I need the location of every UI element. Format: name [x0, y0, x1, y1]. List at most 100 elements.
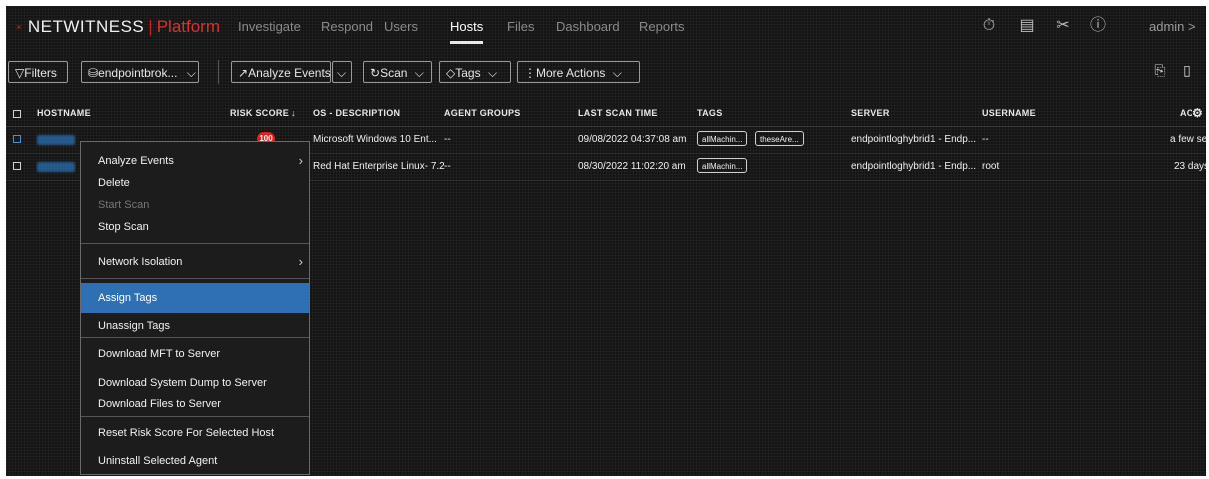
scan-label: Scan [380, 66, 408, 80]
menu-item-label: Network Isolation [98, 256, 183, 268]
menu-item-assign-tags[interactable]: Assign Tags [81, 283, 309, 313]
menu-item-reset-risk-score[interactable]: Reset Risk Score For Selected Host [81, 420, 309, 446]
more-actions-button[interactable]: ⋮More Actions ⌵ [517, 61, 640, 83]
filter-icon: ▽ [15, 66, 25, 80]
nav-investigate[interactable]: Investigate [238, 19, 301, 34]
server: endpointloghybrid1 - Endp... [851, 161, 977, 172]
timer-icon[interactable]: ⏱ [980, 17, 998, 35]
chevron-down-icon: ⌵ [337, 66, 347, 80]
brand-platform: Platform [156, 17, 220, 36]
analyze-events-button[interactable]: ↗Analyze Events [231, 61, 331, 83]
ac-value: a few se [1170, 134, 1206, 145]
tags-button[interactable]: ◇Tags ⌵ [439, 61, 511, 83]
filters-label: Filters [24, 66, 57, 80]
analyze-events-dropdown[interactable]: ⌵ [332, 61, 352, 83]
menu-item-label: Assign Tags [98, 292, 158, 304]
menu-item-label: Stop Scan [98, 221, 149, 233]
menu-item-label: Uninstall Selected Agent [98, 455, 218, 467]
menu-item-download-mft[interactable]: Download MFT to Server [81, 341, 309, 367]
nav-files[interactable]: Files [507, 19, 534, 34]
details-panel-icon[interactable]: ▯ [1178, 62, 1196, 82]
netwitness-logo[interactable]: NETWITNESS | Platform [10, 11, 220, 43]
column-username[interactable]: USERNAME [982, 108, 1036, 118]
tag-chip[interactable]: allMachin... [697, 158, 748, 173]
server: endpointloghybrid1 - Endp... [851, 134, 977, 145]
menu-item-download-files[interactable]: Download Files to Server [81, 391, 309, 417]
database-icon: ⛁ [88, 66, 99, 80]
username: -- [982, 134, 989, 145]
column-agent-groups[interactable]: AGENT GROUPS [444, 108, 521, 118]
filters-button[interactable]: ▽Filters [8, 61, 68, 83]
app-window: NETWITNESS | Platform Investigate Respon… [6, 6, 1206, 476]
os-description: Red Hat Enterprise Linux- 7.2 [313, 161, 445, 172]
external-link-icon: ↗ [238, 66, 249, 80]
menu-divider [81, 416, 309, 417]
sort-arrow-icon[interactable]: ↓ [291, 108, 296, 118]
tools-icon[interactable]: ✂ [1054, 17, 1072, 35]
help-icon[interactable]: ⓘ [1089, 17, 1107, 35]
username: root [982, 161, 1000, 172]
column-tags[interactable]: TAGS [697, 108, 723, 118]
chevron-down-icon: ⌵ [612, 66, 622, 80]
menu-item-unassign-tags[interactable]: Unassign Tags [81, 313, 309, 339]
context-menu: Analyze Events › Delete Start Scan Stop … [80, 141, 310, 475]
last-scan-time: 09/08/2022 04:37:08 am [578, 134, 687, 145]
netwitness-logo-icon [16, 24, 22, 30]
menu-item-label: Unassign Tags [98, 320, 170, 332]
column-settings-icon[interactable]: ⚙ [1192, 106, 1204, 120]
agent-groups: -- [444, 161, 451, 172]
scan-button[interactable]: ↻Scan ⌵ [363, 61, 432, 83]
row-checkbox[interactable] [13, 162, 21, 170]
menu-item-network-isolation[interactable]: Network Isolation › [81, 249, 309, 275]
hostname-redacted[interactable] [37, 162, 75, 172]
download-history-icon[interactable]: ⎘ [1151, 62, 1169, 82]
agent-groups: -- [444, 134, 451, 145]
chevron-down-icon: ⌵ [186, 66, 196, 80]
chevron-down-icon: ⌵ [487, 66, 498, 80]
menu-divider [81, 278, 309, 279]
menu-item-label: Start Scan [98, 199, 150, 211]
menu-item-label: Analyze Events [98, 155, 174, 167]
column-risk-score[interactable]: RISK SCORE [230, 108, 289, 118]
refresh-icon: ↻ [370, 66, 381, 80]
menu-item-label: Download System Dump to Server [98, 377, 267, 389]
menu-item-label: Delete [98, 177, 130, 189]
brand-name: NETWITNESS [27, 17, 145, 36]
nav-respond[interactable]: Respond [321, 19, 373, 34]
column-os-description[interactable]: OS - DESCRIPTION [313, 108, 400, 118]
select-all-checkbox[interactable] [13, 110, 21, 118]
service-selector[interactable]: ⛁endpointbrok... ⌵ [81, 61, 199, 83]
table-header: HOSTNAME RISK SCORE ↓ OS - DESCRIPTION A… [6, 102, 1206, 127]
menu-item-label: Reset Risk Score For Selected Host [98, 427, 275, 439]
column-last-scan-time[interactable]: LAST SCAN TIME [578, 108, 658, 118]
tags-label: Tags [455, 66, 481, 80]
tag-chip[interactable]: theseAre... [755, 131, 804, 146]
user-menu[interactable]: admin > [1149, 19, 1196, 34]
analyze-events-label: Analyze Events [248, 66, 331, 80]
tag-icon: ◇ [446, 66, 456, 80]
more-actions-label: More Actions [536, 66, 606, 80]
chevron-right-icon: › [298, 254, 303, 269]
last-scan-time: 08/30/2022 11:02:20 am [578, 161, 686, 172]
column-server[interactable]: SERVER [851, 108, 890, 118]
menu-item-uninstall-agent[interactable]: Uninstall Selected Agent [81, 448, 309, 474]
column-hostname[interactable]: HOSTNAME [37, 108, 91, 118]
menu-divider [81, 243, 309, 244]
menu-item-stop-scan[interactable]: Stop Scan [81, 214, 309, 240]
service-label: endpointbrok... [98, 66, 178, 80]
row-checkbox[interactable] [13, 135, 21, 143]
brand-separator: | [148, 17, 153, 36]
ac-value: 23 days [1174, 161, 1206, 172]
more-vertical-icon: ⋮ [524, 66, 536, 80]
top-nav: NETWITNESS | Platform Investigate Respon… [6, 6, 1206, 48]
nav-hosts[interactable]: Hosts [450, 19, 484, 44]
hostname-redacted[interactable] [37, 135, 75, 145]
menu-divider [81, 337, 309, 338]
nav-dashboard[interactable]: Dashboard [556, 19, 620, 34]
os-description: Microsoft Windows 10 Ent... [313, 134, 437, 145]
notes-icon[interactable]: ▤ [1018, 17, 1036, 35]
nav-reports[interactable]: Reports [639, 19, 685, 34]
nav-users[interactable]: Users [384, 19, 418, 34]
tag-chip[interactable]: allMachin... [697, 131, 748, 146]
menu-item-label: Download Files to Server [98, 398, 221, 410]
